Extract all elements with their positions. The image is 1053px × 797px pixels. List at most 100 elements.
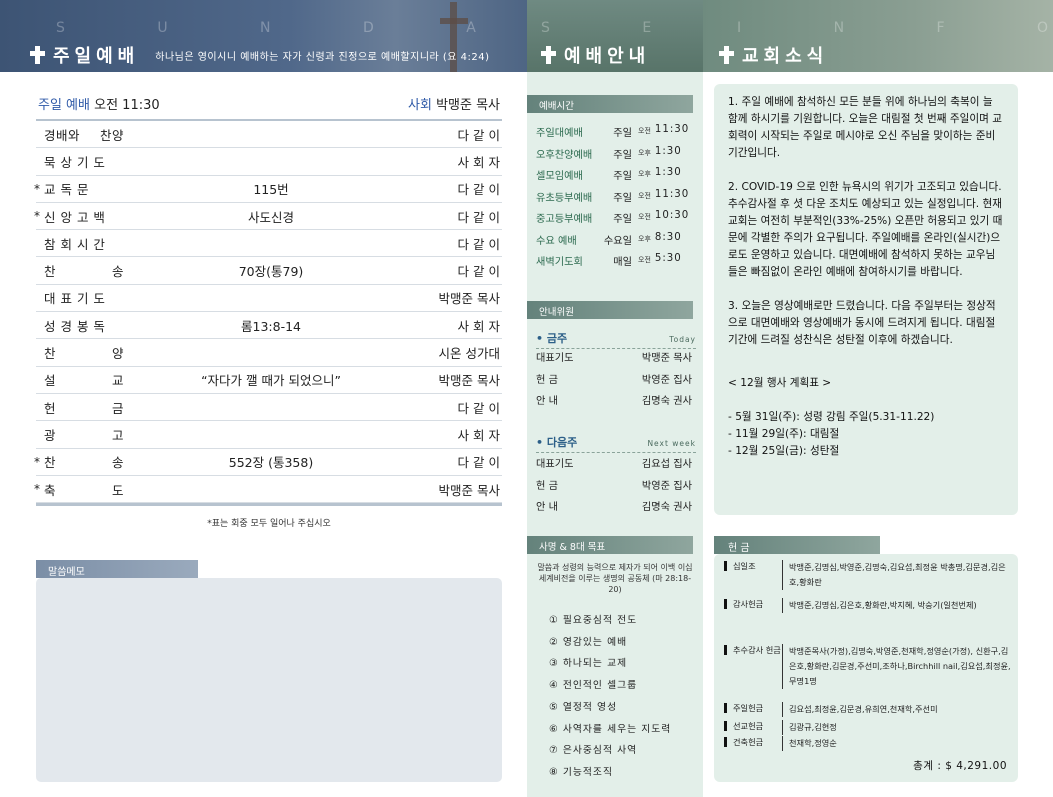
schedule-name: 오후찬양예배 [536, 149, 593, 161]
goal-item: ② 영감있는 예배 [549, 636, 628, 648]
bullet-bar-icon [724, 721, 727, 731]
usher-person: 박영준 집사 [641, 374, 692, 386]
offering-type-cell: 선교헌금 [724, 720, 782, 735]
usher-row: 안 내 김명숙 권사 [536, 498, 692, 513]
offering-type-cell: 십일조 [724, 560, 782, 590]
schedule-row: 오후찬양예배 주일 오후 1:30 [536, 146, 696, 161]
order-item-name: 성 경 봉 독 [44, 318, 106, 334]
order-item-content: 115번 [253, 182, 289, 198]
order-item-name-part: 찬양 [99, 127, 124, 143]
order-item-name-part: 송 [111, 455, 124, 471]
order-row: * 교 독 문 115번 다 같 이 [34, 176, 502, 203]
offering-names: 박맹준목사(가정),김명숙,박영준,천재학,정영순(가정), 신환구,김은호,황… [782, 644, 1014, 689]
order-item-person: 다 같 이 [457, 127, 500, 143]
order-row: 경배와 찬양 다 같 이 [36, 121, 502, 149]
offering-type-cell: 감사헌금 [724, 598, 782, 613]
order-item-person: 다 같 이 [457, 400, 500, 416]
header-title-row: 주일예배 하나님은 영이시니 예배하는 자가 신령과 진정으로 예배할지니라 (… [30, 42, 490, 68]
offering-row: 선교헌금 김광규,김현정 [724, 720, 1014, 735]
order-item-name: 광고 [44, 425, 124, 444]
order-item-person: 다 같 이 [457, 236, 500, 252]
header-title-row: 교회소식 [719, 42, 828, 68]
memo-box [36, 578, 502, 782]
usher-person: 김명숙 권사 [641, 396, 692, 407]
order-item-name: 찬송 [44, 261, 124, 280]
bullet-bar-icon [724, 561, 727, 571]
offering-total: 총계 : $ 4,291.00 [913, 758, 1007, 773]
schedule-row: 중고등부예배 주일 오전 10:30 [536, 210, 696, 225]
usher-person: 박맹준 목사 [641, 353, 692, 364]
schedule-row: 새벽기도회 매일 오전 5:30 [536, 253, 696, 268]
schedule-ampm: 오전 [638, 256, 651, 264]
divider [36, 503, 502, 507]
mission-label: 사명 & 8대 목표 [527, 536, 693, 554]
header-title: 교회소식 [742, 46, 829, 67]
next-week-header: • 다음주 Next week [536, 434, 696, 453]
order-item-name-part: 고 [111, 427, 124, 443]
usher-row: 대표기도 김요섭 집사 [536, 455, 692, 470]
news-box: 1. 주일 예배에 참석하신 모든 분들 위에 하나님의 축복이 늘 함께 하시… [714, 84, 1018, 515]
next-week-eng: Next week [647, 439, 696, 448]
event-item: - 5월 31일(주): 성령 강림 주일(5.31-11.22) [728, 411, 935, 423]
schedule-ampm: 오후 [638, 148, 651, 157]
offering-row: 추수감사 헌금 박맹준목사(가정),김명숙,박영준,천재학,정영순(가정), 신환… [724, 644, 1014, 689]
order-row: 대 표 기 도 박맹준 목사 [36, 285, 502, 313]
usher-row: 헌 금 박영준 집사 [536, 371, 692, 386]
order-item-person: 사 회 자 [457, 427, 500, 443]
ushers-label: 안내위원 [527, 301, 693, 319]
mission-statement: 말씀과 성령의 능력으로 제자가 되어 이백 이십 세계비전을 이루는 생명의 … [537, 563, 693, 594]
schedule-ampm: 오후 [638, 234, 651, 243]
order-item-name-part: 금 [111, 400, 124, 416]
order-item-name: 설교 [44, 370, 124, 389]
goal-item: ⑧ 기능적조직 [549, 766, 613, 778]
header-sunday-service: S U N D A Y S E R V I C E 주일예배 하나님은 영이시니… [0, 0, 527, 72]
offering-row: 주일헌금 김요섭,최정윤,김문경,유희연,천재학,주선미 [724, 702, 1014, 717]
schedule-day: 주일 [613, 192, 632, 204]
schedule-name: 주일대예배 [536, 128, 583, 139]
schedule-time: 1:30 [654, 167, 682, 178]
schedule-time: 8:30 [654, 231, 682, 243]
order-item-name: 신 앙 고 백 [44, 209, 106, 225]
news-item: 2. COVID-19 으로 인한 뉴욕시의 위기가 고조되고 있습니다. 추수… [728, 181, 1003, 278]
order-item-person: 사 회 자 [457, 318, 500, 334]
order-item-content: 552장 (통358) [228, 455, 314, 471]
order-row: 찬 송 70장(통79) 다 같 이 [36, 257, 502, 285]
schedule-time: 11:30 [654, 124, 690, 135]
order-item-person: 박맹준 목사 [438, 373, 500, 389]
usher-role: 대표기도 [536, 459, 574, 470]
event-item: - 12월 25일(금): 성탄절 [728, 445, 840, 457]
schedule-ampm: 오전 [638, 213, 651, 221]
standing-note: *표는 회중 모두 일어나 주십시오 [207, 519, 331, 530]
standing-mark: * [34, 181, 40, 196]
offering-box: 십일조 박맹준,김명심,박영준,김명숙,김요섭,최정윤 박총명,김문경,김은호,황… [714, 554, 1018, 782]
schedule-day: 주일 [613, 214, 632, 225]
total-label: 총계 : [913, 760, 942, 772]
offering-names: 박맹준,김명심,박영준,김명숙,김요섭,최정윤 박총명,김문경,김은호,황화란 [782, 560, 1014, 590]
header-title-row: 예배안내 [541, 42, 650, 68]
offering-type: 주일헌금 [733, 703, 764, 713]
header-service-info: S E R V I C E 예배안내 [527, 0, 703, 72]
order-item-name-part: 찬 [44, 455, 57, 471]
order-item-name: 묵 상 기 도 [44, 154, 106, 170]
usher-role: 대표기도 [536, 353, 574, 364]
offering-names: 김광규,김현정 [782, 720, 1014, 735]
schedule-name: 새벽기도회 [536, 257, 583, 268]
service-time-group: 주일 예배 오전 11:30 [38, 94, 160, 113]
order-row: 광고 사 회 자 [36, 421, 502, 449]
order-item-name-part: 찬 [44, 346, 57, 362]
order-item-name-part: 축 [44, 482, 57, 498]
order-item-content: 사도신경 [247, 209, 294, 225]
order-of-worship: 주일 예배 오전 11:30 사회 박맹준 목사 경배와 찬양 다 같 이묵 상 기… [34, 92, 502, 530]
schedule-time: 11:30 [654, 188, 690, 200]
order-row: 묵 상 기 도사 회 자 [36, 148, 502, 176]
events-list: - 5월 31일(주): 성령 강림 주일(5.31-11.22) - 11월 2… [728, 409, 1004, 460]
offering-type: 추수감사 헌금 [733, 645, 781, 655]
usher-person: 박영준 집사 [641, 480, 692, 492]
usher-row: 대표기도 박맹준 목사 [536, 349, 692, 364]
this-week-header: • 금주 Today [536, 330, 696, 349]
schedule-day: 주일 [613, 128, 632, 139]
header-title: 예배안내 [564, 46, 651, 67]
offering-row: 십일조 박맹준,김명심,박영준,김명숙,김요섭,최정윤 박총명,김문경,김은호,황… [724, 560, 1014, 590]
offering-row: 감사헌금 박맹준,김명심,김은호,황화란,박지혜, 박숭기(일천번제) [724, 598, 1014, 613]
offering-names: 천재학,정영순 [782, 736, 1014, 751]
